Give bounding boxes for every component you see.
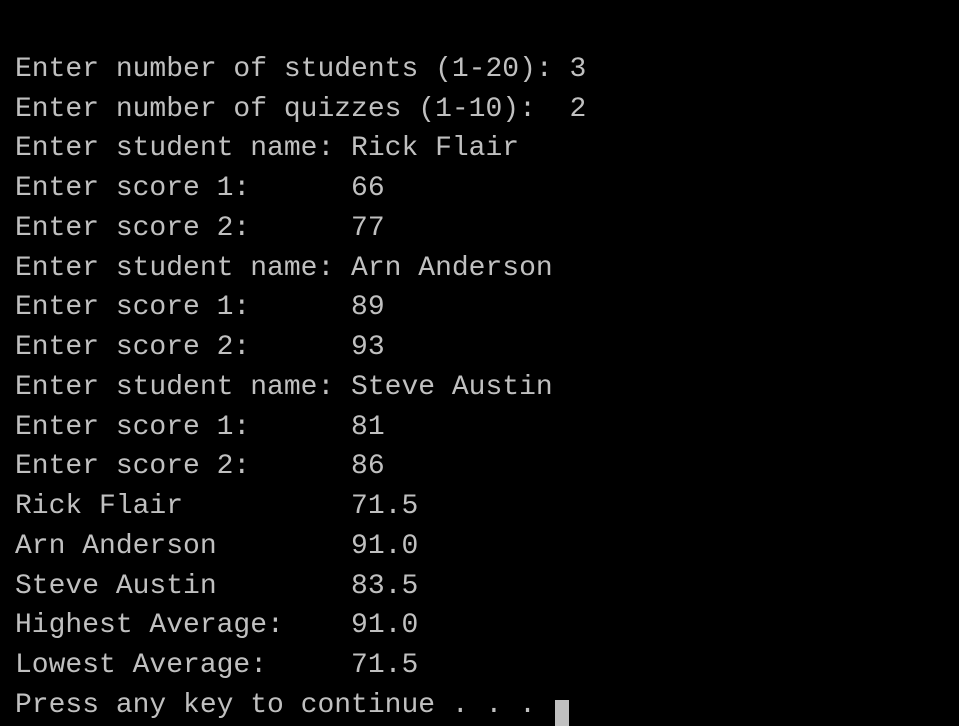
line-18: Press any key to continue . . . bbox=[15, 686, 944, 726]
line-6: Enter score 2: 77 bbox=[15, 209, 944, 249]
line-2: Enter number of quizzes (1-10): 2 bbox=[15, 90, 944, 130]
line-8: Enter score 1: 89 bbox=[15, 288, 944, 328]
line-13: Rick Flair 71.5 bbox=[15, 487, 944, 527]
line-15: Steve Austin 83.5 bbox=[15, 567, 944, 607]
line-14: Arn Anderson 91.0 bbox=[15, 527, 944, 567]
line-9: Enter score 2: 93 bbox=[15, 328, 944, 368]
line-7: Enter student name: Arn Anderson bbox=[15, 249, 944, 289]
line-11: Enter score 1: 81 bbox=[15, 408, 944, 448]
line-16: Highest Average: 91.0 bbox=[15, 606, 944, 646]
line-12: Enter score 2: 86 bbox=[15, 447, 944, 487]
line-4: Enter student name: Rick Flair bbox=[15, 129, 944, 169]
line-17: Lowest Average: 71.5 bbox=[15, 646, 944, 686]
line-1: Enter number of students (1-20): 3 bbox=[15, 50, 944, 90]
line-10: Enter student name: Steve Austin bbox=[15, 368, 944, 408]
line-5: Enter score 1: 66 bbox=[15, 169, 944, 209]
terminal-window: Enter number of students (1-20): 3Enter … bbox=[0, 0, 959, 725]
cursor bbox=[555, 700, 569, 726]
